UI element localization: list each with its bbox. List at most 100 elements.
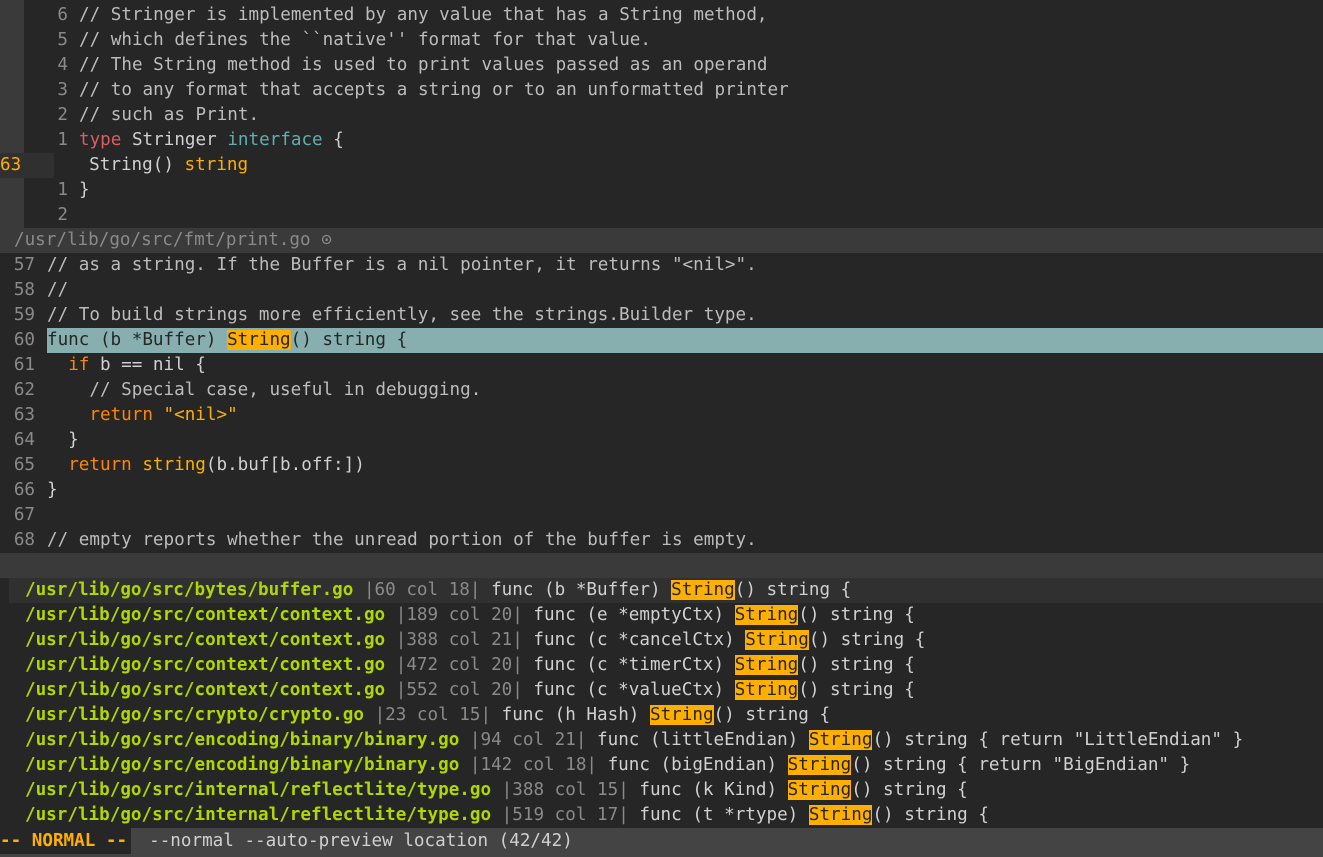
file-path: /usr/lib/go/src/encoding/binary/binary.g… [25, 755, 460, 775]
list-item[interactable]: /usr/lib/go/src/encoding/binary/binary.g… [0, 753, 1323, 778]
search-match: String [787, 755, 852, 775]
search-match: String [734, 680, 799, 700]
mode-indicator: -- NORMAL -- [0, 828, 132, 854]
code-line[interactable]: 61 if b == nil { [0, 353, 1323, 378]
code-line[interactable]: 1} [24, 178, 1323, 203]
code-text: () string { [713, 705, 831, 725]
list-item[interactable]: /usr/lib/go/src/context/context.go |552 … [0, 678, 1323, 703]
code-line[interactable]: 67 [0, 503, 1323, 528]
file-path: /usr/lib/go/src/context/context.go [25, 655, 386, 675]
code-text: (b.buf[b.off:]) [205, 455, 365, 475]
code-text: } [47, 430, 79, 450]
code-line[interactable]: 3 // to any format that accepts a string … [24, 78, 1323, 103]
code-line[interactable]: 57 // as a string. If the Buffer is a nil… [0, 253, 1323, 278]
line-number: 63 [13, 405, 35, 425]
current-code-line[interactable]: 63 String() string [0, 153, 1323, 178]
keyword: return [68, 455, 132, 475]
search-match: String [227, 330, 291, 350]
code-text: func (h Hash) [491, 705, 650, 725]
file-path: /usr/lib/go/src/bytes/buffer.go [25, 580, 354, 600]
line-number: 62 [13, 380, 35, 400]
line-number: 6 [57, 5, 68, 25]
code-line[interactable]: 59 // To build strings more efficiently, … [0, 303, 1323, 328]
code-text: func (t *rtype) [628, 805, 809, 825]
file-path: /usr/lib/go/src/encoding/binary/binary.g… [25, 730, 460, 750]
position: |472 col 20| [395, 655, 523, 675]
list-item[interactable]: /usr/lib/go/src/internal/reflectlite/typ… [0, 803, 1323, 828]
line-number: 61 [13, 355, 35, 375]
list-item[interactable]: /usr/lib/go/src/encoding/binary/binary.g… [0, 728, 1323, 753]
sign-column [0, 0, 24, 228]
code-line[interactable]: 2 [24, 203, 1323, 228]
list-item[interactable]: /usr/lib/go/src/context/context.go |472 … [0, 653, 1323, 678]
list-item[interactable]: /usr/lib/go/src/internal/reflectlite/typ… [0, 778, 1323, 803]
comment-text: // To build strings more efficiently, se… [47, 305, 757, 325]
list-item[interactable]: /usr/lib/go/src/context/context.go |388 … [0, 628, 1323, 653]
prompt-text: --normal --auto-preview location (42/42) [149, 831, 573, 851]
prompt-line[interactable]: -- NORMAL -- --normal --auto-preview loca… [0, 828, 1323, 857]
search-match: String [787, 780, 852, 800]
keyword: type [79, 130, 122, 150]
source-pane[interactable]: 6 // Stringer is implemented by any value… [0, 0, 1323, 228]
list-item[interactable]: /usr/lib/go/src/bytes/buffer.go |60 col … [0, 578, 1323, 603]
code-text: () string { [734, 580, 852, 600]
list-item[interactable]: /usr/lib/go/src/context/context.go |189 … [0, 603, 1323, 628]
preview-pane[interactable]: 57 // as a string. If the Buffer is a nil… [0, 253, 1323, 553]
current-line-number: 63 [0, 153, 54, 178]
code-text: func (e *emptyCtx) [522, 605, 735, 625]
modified-icon: ⊙ [321, 230, 332, 250]
position: |23 col 15| [374, 705, 492, 725]
comment-text: // [47, 280, 69, 300]
preview-file-path: /usr/lib/go/src/fmt/print.go [14, 230, 311, 250]
code-text: func (b *Buffer) [47, 330, 228, 350]
line-number: 64 [13, 430, 35, 450]
code-line[interactable]: 1 type Stringer interface { [24, 128, 1323, 153]
code-text: () string { [798, 605, 915, 625]
code-text: func (b *Buffer) [480, 580, 672, 600]
code-text: () string { [872, 805, 989, 825]
keyword: if [68, 355, 90, 375]
code-text: () string { return "BigEndian" } [851, 755, 1191, 775]
code-text: () string { [851, 780, 968, 800]
code-text: () string { [808, 630, 926, 650]
code-text: func (k Kind) [628, 780, 788, 800]
code-line[interactable]: 4 // The String method is used to print v… [24, 53, 1323, 78]
line-number: 59 [13, 305, 35, 325]
search-match: String [808, 730, 873, 750]
code-text: String() [68, 155, 185, 175]
code-text: } [79, 180, 90, 200]
code-line[interactable]: 65 return string(b.buf[b.off:]) [0, 453, 1323, 478]
line-number: 5 [57, 30, 68, 50]
comment-text: // Special case, useful in debugging. [47, 380, 482, 400]
code-line[interactable]: 58 // [0, 278, 1323, 303]
code-text: } [47, 480, 58, 500]
code-line[interactable]: 5 // which defines the ``native'' format … [24, 28, 1323, 53]
search-match: String [649, 705, 714, 725]
highlighted-code-line[interactable]: 60 func (b *Buffer) String() string { [0, 328, 1323, 353]
position: |189 col 20| [395, 605, 523, 625]
code-text: func (bigEndian) [597, 755, 788, 775]
line-number: 60 [13, 330, 35, 350]
position: |552 col 20| [395, 680, 523, 700]
code-line[interactable]: 63 return "<nil>" [0, 403, 1323, 428]
file-path: /usr/lib/go/src/context/context.go [25, 605, 386, 625]
location-list[interactable]: /usr/lib/go/src/bytes/buffer.go |60 col … [0, 553, 1323, 829]
code-text: func (c *timerCtx) [522, 655, 735, 675]
code-line[interactable]: 62 // Special case, useful in debugging. [0, 378, 1323, 403]
line-number: 58 [13, 280, 35, 300]
search-match: String [808, 805, 873, 825]
line-number: 1 [57, 130, 68, 150]
code-line[interactable]: 6 // Stringer is implemented by any value… [24, 3, 1323, 28]
line-number: 2 [57, 205, 68, 225]
position: |519 col 17| [501, 805, 629, 825]
code-text: () string { return "LittleEndian" } [872, 730, 1244, 750]
line-number: 67 [13, 505, 35, 525]
comment-text: // which defines the ``native'' format f… [79, 30, 651, 50]
code-line[interactable]: 66} [0, 478, 1323, 503]
code-line[interactable]: 64 } [0, 428, 1323, 453]
code-line[interactable]: 68 // empty reports whether the unread po… [0, 528, 1323, 553]
code-line[interactable]: 2 // such as Print. [24, 103, 1323, 128]
list-item[interactable]: /usr/lib/go/src/crypto/crypto.go |23 col… [0, 703, 1323, 728]
